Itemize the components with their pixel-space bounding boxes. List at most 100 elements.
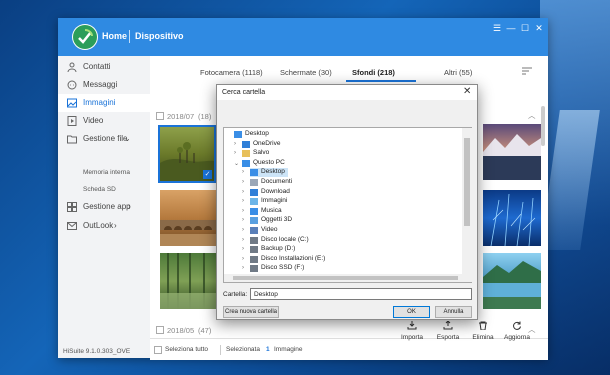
tree-node[interactable]: › Documenti	[242, 178, 442, 187]
collapse-icon[interactable]: ︿	[528, 110, 536, 121]
tree-node-label: Musica	[261, 206, 282, 214]
documents-icon	[250, 179, 258, 186]
maximize-icon[interactable]: ☐	[518, 22, 532, 34]
tab-schermate[interactable]: Schermate (30)	[280, 68, 332, 77]
scrollbar-thumb[interactable]	[233, 276, 458, 280]
video-icon	[67, 116, 77, 126]
tree-node-label: Video	[261, 226, 278, 233]
tree-node[interactable]: › Disco locale (C:)	[242, 236, 442, 245]
chevron-right-icon: ›	[128, 202, 131, 211]
tree-node[interactable]: ⌄ Questo PC	[234, 159, 434, 168]
user-folder-icon	[242, 150, 250, 158]
group-checkbox[interactable]	[156, 326, 164, 334]
tree-node-label: Disco Installazioni (E:)	[261, 254, 326, 262]
expand-right-icon[interactable]: ›	[242, 169, 244, 175]
photo-thumbnail[interactable]	[483, 124, 541, 180]
device-link[interactable]: Dispositivo	[135, 31, 184, 41]
tree-node[interactable]: › Immagini	[242, 197, 442, 206]
tree-node[interactable]: › Disco Installazioni (E:)	[242, 255, 442, 264]
sidebar-item-outlook[interactable]: OutLook ›	[58, 217, 150, 235]
ok-button[interactable]: OK	[393, 306, 430, 318]
delete-button[interactable]: Elimina	[466, 321, 500, 341]
photo-thumbnail[interactable]	[160, 190, 218, 246]
expand-right-icon[interactable]: ›	[242, 208, 244, 214]
dialog-close-icon[interactable]: ✕	[463, 86, 471, 97]
menu-icon[interactable]: ☰	[490, 22, 504, 34]
tab-sfondi[interactable]: Sfondi (218)	[352, 68, 395, 77]
refresh-button[interactable]: Aggiorna	[500, 321, 534, 341]
content-scrollbar[interactable]	[541, 106, 545, 146]
expand-right-icon[interactable]: ›	[242, 189, 244, 195]
sidebar-item-gestione-app[interactable]: Gestione app ›	[58, 198, 150, 216]
expand-right-icon[interactable]: ›	[242, 237, 244, 243]
tree-node[interactable]: › Video	[242, 226, 442, 235]
sidebar-item-immagini[interactable]: Immagini	[58, 94, 150, 112]
expand-right-icon[interactable]: ›	[242, 256, 244, 262]
expand-right-icon[interactable]: ›	[242, 217, 244, 223]
select-all-label[interactable]: Seleziona tutto	[165, 346, 208, 353]
photo-thumbnail[interactable]: ✓	[158, 125, 216, 183]
folder-field[interactable]: Desktop	[250, 288, 472, 300]
expand-right-icon[interactable]: ›	[242, 179, 244, 185]
sidebar-item-messaggi[interactable]: Messaggi	[58, 76, 150, 94]
tree-node[interactable]: › Oggetti 3D	[242, 216, 442, 225]
home-link[interactable]: Home	[102, 31, 127, 41]
tree-node[interactable]: › Desktop	[242, 168, 288, 178]
trash-icon	[479, 321, 487, 331]
expand-down-icon[interactable]: ⌄	[234, 160, 239, 167]
tree-node-label: Desktop	[245, 130, 269, 137]
tree-vertical-scrollbar[interactable]	[462, 128, 472, 282]
tree-node-label: Immagini	[261, 197, 288, 205]
sidebar-item-video[interactable]: Video	[58, 112, 150, 130]
sidebar-item-label: OutLook	[83, 221, 114, 230]
expand-right-icon[interactable]: ›	[242, 227, 244, 233]
video-folder-icon	[250, 227, 258, 234]
tree-node[interactable]: › Salvo	[234, 149, 434, 158]
scrollbar-thumb[interactable]	[464, 138, 470, 226]
pc-icon	[242, 159, 250, 167]
sidebar-item-contatti[interactable]: Contatti	[58, 58, 150, 76]
tab-fotocamera[interactable]: Fotocamera (1118)	[200, 68, 263, 77]
select-all-checkbox[interactable]	[154, 346, 162, 354]
music-icon	[250, 207, 258, 215]
expand-right-icon[interactable]: ›	[242, 246, 244, 252]
tree-node[interactable]: › Download	[242, 188, 442, 197]
desktop-icon	[250, 169, 258, 177]
download-icon	[250, 188, 258, 196]
tree-node[interactable]: › Disco SSD (F:)	[242, 264, 442, 273]
expand-right-icon[interactable]: ›	[234, 141, 236, 147]
close-icon[interactable]: ✕	[532, 22, 546, 34]
sidebar-subitem-memoria[interactable]: Memoria interna	[83, 169, 130, 176]
sidebar-item-label: Contatti	[83, 62, 111, 71]
tree-node[interactable]: › OneDrive	[234, 140, 434, 149]
photo-thumbnail[interactable]	[483, 253, 541, 309]
photo-thumbnail[interactable]	[483, 190, 541, 246]
drive-icon	[250, 255, 258, 263]
folder-tree[interactable]: Desktop › OneDrive › Salvo ⌄ Questo PC › Desktop…	[223, 127, 472, 283]
sidebar-item-gestione-file[interactable]: Gestione file ⌄	[58, 130, 150, 148]
cancel-button[interactable]: Annulla	[435, 306, 472, 318]
dialog-title: Cerca cartella	[222, 89, 266, 96]
photo-thumbnail[interactable]	[160, 253, 218, 309]
title-separator	[129, 30, 130, 43]
tree-node-label: Backup (D:)	[261, 245, 296, 253]
new-folder-button[interactable]: Crea nuova cartella	[223, 306, 279, 318]
group-date: 2018/05	[167, 326, 195, 335]
pictures-icon	[250, 198, 258, 206]
tree-node[interactable]: › Backup (D:)	[242, 245, 442, 254]
expand-right-icon[interactable]: ›	[242, 198, 244, 204]
tab-altri[interactable]: Altri (55)	[444, 68, 472, 77]
tree-node[interactable]: › Musica	[242, 207, 442, 216]
selection-suffix: Immagine	[274, 346, 303, 353]
minimize-icon[interactable]: —	[504, 22, 518, 34]
group-checkbox[interactable]	[156, 112, 164, 120]
tree-horizontal-scrollbar[interactable]	[224, 274, 462, 282]
image-icon	[67, 98, 77, 108]
sidebar-subitem-scheda-sd[interactable]: Scheda SD	[83, 186, 116, 193]
sort-icon[interactable]	[522, 67, 532, 75]
tree-node[interactable]: Desktop	[226, 130, 426, 139]
export-button[interactable]: Esporta	[431, 320, 465, 341]
import-button[interactable]: Importa	[395, 321, 429, 341]
expand-right-icon[interactable]: ›	[234, 150, 236, 156]
expand-right-icon[interactable]: ›	[242, 265, 244, 271]
